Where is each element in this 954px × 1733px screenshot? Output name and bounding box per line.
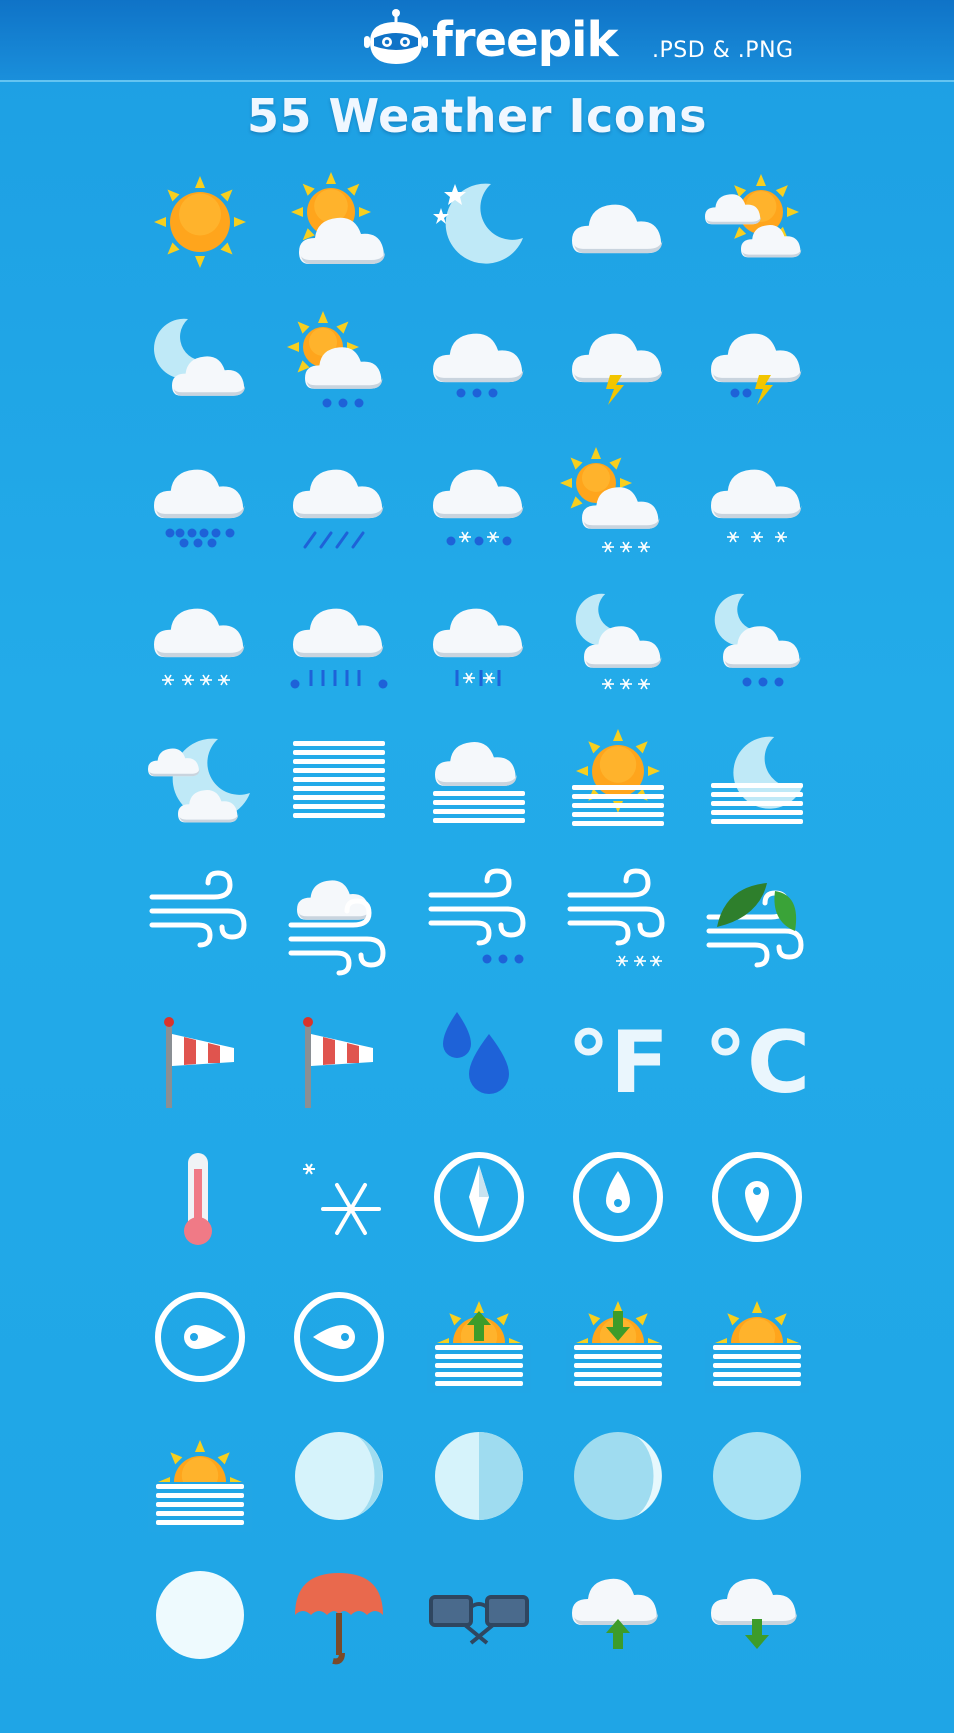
horizon-sun-small-icon: [148, 1424, 252, 1532]
compass-east-icon: [148, 1285, 252, 1389]
sunset-icon: [566, 1285, 670, 1393]
brand-name: freepik: [432, 12, 618, 68]
wind-snow-icon: [566, 867, 670, 971]
moon-phase-crescent-icon: [566, 1424, 670, 1528]
moon-phase-waxing-gibbous-icon: [287, 1424, 391, 1528]
file-formats: .PSD & .PNG: [652, 38, 794, 63]
moon-phase-half-icon: [427, 1424, 531, 1528]
cloud-heavy-snow-icon: [148, 588, 252, 692]
celsius-label: °C: [704, 1013, 810, 1113]
compass-south-icon: [705, 1145, 809, 1249]
moon-phase-new-icon: [705, 1424, 809, 1528]
cloud-lightning-icon: [566, 309, 670, 413]
icon-grid: °F °C: [148, 170, 810, 1710]
cloud-sleet-icon: [427, 449, 531, 553]
compass-north-icon: [566, 1145, 670, 1249]
wind-rain-icon: [427, 867, 531, 971]
cloud-rain-icon: [427, 309, 531, 413]
fahrenheit-icon: °F: [566, 1006, 670, 1113]
wind-icon: [148, 867, 252, 971]
night-cloud-rain-icon: [705, 588, 809, 692]
celsius-icon: °C: [704, 1006, 810, 1113]
sun-clouds-icon: [705, 170, 809, 274]
wind-leaves-icon: [705, 867, 809, 971]
partly-cloudy-day-icon: [287, 170, 391, 274]
cloud-snow-icon: [705, 449, 809, 553]
fahrenheit-label: °F: [567, 1013, 669, 1113]
compass-icon: [427, 1145, 531, 1249]
robot-mascot-icon: [364, 9, 428, 64]
compass-west-icon: [287, 1285, 391, 1389]
thermometer-icon: [148, 1145, 252, 1249]
cloud-hail-snow-icon: [427, 588, 531, 692]
sun-cloud-rain-icon: [287, 309, 391, 413]
cloud-slanted-rain-icon: [287, 449, 391, 553]
page-title: 55 Weather Icons: [246, 89, 708, 143]
clear-night-icon: [427, 170, 531, 274]
cloud-rain-lightning-icon: [705, 309, 809, 413]
sunrise-icon: [427, 1285, 531, 1393]
cloud-fog-icon: [427, 727, 531, 831]
snowflakes-icon: [287, 1145, 391, 1249]
sun-icon: [148, 170, 252, 274]
cloud-hail-icon: [287, 588, 391, 692]
cloud-heavy-rain-icon: [148, 449, 252, 553]
cloud-upload-icon: [566, 1563, 670, 1667]
header-bar: freepik .PSD & .PNG: [0, 0, 954, 82]
horizon-sun-icon: [705, 1285, 809, 1393]
sunglasses-icon: [427, 1563, 531, 1667]
cloud-download-icon: [705, 1563, 809, 1667]
umbrella-icon: [287, 1563, 391, 1667]
full-moon-icon: [148, 1563, 252, 1667]
windsock-strong-icon: [287, 1006, 391, 1110]
fog-icon: [287, 727, 391, 831]
sun-cloud-snow-icon: [560, 447, 670, 553]
night-cloud-snow-icon: [566, 588, 670, 692]
raindrops-icon: [427, 1006, 531, 1110]
windsock-icon: [148, 1006, 252, 1110]
moon-fog-icon: [705, 727, 809, 831]
moon-clouds-icon: [148, 727, 252, 831]
sun-fog-icon: [566, 727, 670, 831]
cloudy-night-icon: [148, 309, 252, 413]
cloud-icon: [566, 170, 670, 274]
cloud-wind-icon: [287, 867, 391, 976]
